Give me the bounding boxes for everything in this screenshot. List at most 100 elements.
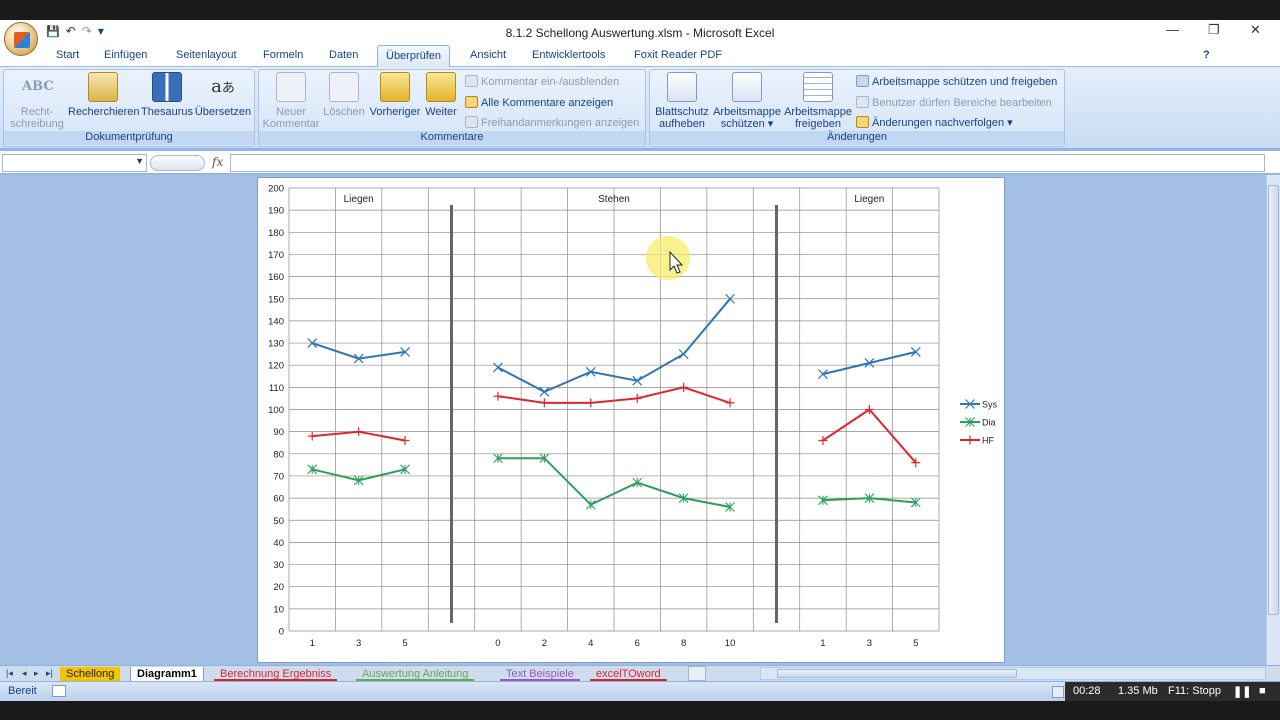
legend-label: Sys xyxy=(982,400,998,410)
y-tick-label: 30 xyxy=(273,560,284,571)
tab-daten[interactable]: Daten xyxy=(329,49,358,61)
new-comment-button[interactable]: Neuer Kommentar xyxy=(261,72,321,130)
next-comment-button[interactable]: Weiter xyxy=(423,72,459,118)
help-icon[interactable]: ? xyxy=(1203,49,1210,61)
close-button[interactable]: ✕ xyxy=(1250,22,1261,38)
y-tick-label: 120 xyxy=(268,361,284,372)
tab-einfuegen[interactable]: Einfügen xyxy=(104,49,147,61)
translate-button[interactable]: aあ Übersetzen xyxy=(194,72,252,118)
vertical-scrollbar[interactable] xyxy=(1266,175,1280,665)
name-box-dropdown-icon[interactable]: ▼ xyxy=(135,156,144,166)
protect-workbook-button[interactable]: Arbeitsmappe schützen ▾ xyxy=(712,72,782,130)
tab-start[interactable]: Start xyxy=(56,49,79,61)
sheet-tab-berechnung[interactable]: Berechnung Ergebniss xyxy=(214,667,338,682)
tab-formeln[interactable]: Formeln xyxy=(263,49,303,61)
formula-bar-splitter[interactable] xyxy=(150,155,205,171)
minimize-button[interactable]: — xyxy=(1166,22,1179,37)
spelling-button[interactable]: ABC Recht- schreibung xyxy=(6,72,68,130)
y-tick-label: 40 xyxy=(273,538,284,549)
toggle-comment-button[interactable]: Kommentar ein-/ausblenden xyxy=(465,75,619,88)
share-workbook-label: Arbeitsmappe freigeben xyxy=(784,106,852,130)
office-logo-icon xyxy=(14,32,30,48)
series-line-hf xyxy=(822,408,917,464)
delete-comment-button[interactable]: Löschen xyxy=(321,72,367,118)
track-changes-label: Änderungen nachverfolgen ▾ xyxy=(872,117,1013,129)
x-tick-label: 3 xyxy=(867,638,872,649)
title-bar: 8.1.2 Schellong Auswertung.xlsm - Micros… xyxy=(0,20,1280,45)
formula-input[interactable] xyxy=(230,154,1265,172)
macro-record-icon[interactable] xyxy=(52,685,66,697)
share-workbook-button[interactable]: Arbeitsmappe freigeben xyxy=(784,72,852,130)
thesaurus-book-icon xyxy=(152,72,182,102)
name-box[interactable]: ▼ xyxy=(2,154,147,172)
research-book-icon xyxy=(88,72,118,102)
tab-seitenlayout[interactable]: Seitenlayout xyxy=(176,49,237,61)
research-label: Recherchieren xyxy=(68,106,140,118)
panel-label: Liegen xyxy=(854,194,884,205)
y-tick-label: 70 xyxy=(273,471,284,482)
sheet-tab-text-beispiele[interactable]: Text Beispiele xyxy=(500,667,580,682)
tab-ueberpruefen[interactable]: Überprüfen xyxy=(377,45,451,68)
horizontal-scrollbar[interactable] xyxy=(760,667,1266,680)
thesaurus-button[interactable]: Thesaurus xyxy=(140,72,194,118)
x-tick-label: 5 xyxy=(913,638,918,649)
sheet-tab-diagramm1[interactable]: Diagramm1 xyxy=(130,667,204,682)
customize-qat-icon[interactable]: ▾ xyxy=(98,24,104,38)
cursor-highlight xyxy=(646,236,690,280)
y-tick-label: 50 xyxy=(273,516,284,527)
series-hf xyxy=(307,427,410,446)
tab-foxit[interactable]: Foxit Reader PDF xyxy=(634,49,722,61)
legend-label: HF xyxy=(982,436,994,446)
y-tick-label: 200 xyxy=(268,184,284,195)
unprotect-sheet-label: Blattschutz aufheben xyxy=(655,106,709,130)
office-button[interactable] xyxy=(4,22,38,56)
quick-access-toolbar: 💾 ↶ ↷ ▾ xyxy=(46,24,104,38)
next-comment-icon xyxy=(426,72,456,102)
status-bar: Bereit 00:28 1.35 Mb F11: Stopp ❚❚ ■ xyxy=(0,681,1280,702)
insert-sheet-icon[interactable] xyxy=(688,666,706,681)
show-ink-button[interactable]: Freihandanmerkungen anzeigen xyxy=(465,116,639,129)
track-changes-button[interactable]: Änderungen nachverfolgen ▾ xyxy=(856,116,1013,129)
hscroll-thumb[interactable] xyxy=(777,669,1017,678)
sheet-tab-exceltoword[interactable]: excelTOword xyxy=(590,667,667,682)
previous-comment-button[interactable]: Vorheriger xyxy=(367,72,423,118)
group-kommentare: Neuer Kommentar Löschen Vorheriger Weite… xyxy=(258,69,646,147)
research-button[interactable]: Recherchieren xyxy=(68,72,140,118)
page-view-icon[interactable] xyxy=(1052,686,1064,698)
sheet-nav-next-icon[interactable]: ▸ xyxy=(34,668,39,679)
scroll-thumb[interactable] xyxy=(1268,185,1279,615)
insert-function-icon[interactable]: fx xyxy=(212,155,223,169)
sheet-tab-auswertung[interactable]: Auswertung Anleitung xyxy=(356,667,475,682)
panel-label: Liegen xyxy=(344,194,374,205)
redo-icon[interactable]: ↷ xyxy=(82,24,92,38)
toggle-comment-label: Kommentar ein-/ausblenden xyxy=(481,76,620,88)
y-tick-label: 100 xyxy=(268,405,284,416)
sheet-nav-last-icon[interactable]: ▸| xyxy=(46,668,53,679)
sheet-tab-schellong[interactable]: Schellong xyxy=(60,667,121,682)
allow-edit-ranges-button[interactable]: Benutzer dürfen Bereiche bearbeiten xyxy=(856,96,1052,109)
x-tick-label: 2 xyxy=(542,638,547,649)
y-tick-label: 20 xyxy=(273,582,284,593)
pause-icon[interactable]: ❚❚ xyxy=(1233,685,1251,698)
show-ink-label: Freihandanmerkungen anzeigen xyxy=(481,117,640,129)
recorder-panel: 00:28 1.35 Mb F11: Stopp ❚❚ ■ xyxy=(1065,682,1280,702)
protect-share-button[interactable]: Arbeitsmappe schützen und freigeben xyxy=(856,75,1057,88)
x-tick-label: 0 xyxy=(495,638,500,649)
undo-icon[interactable]: ↶ xyxy=(66,24,76,38)
top-black-bar xyxy=(0,0,1280,20)
recorder-size: 1.35 Mb xyxy=(1118,685,1158,697)
chart-sheet[interactable]: 0 10 20 30 40 50 60 70 80 90 100 110 120 130 140 150 160… xyxy=(257,177,1005,663)
y-tick-label: 60 xyxy=(273,494,284,505)
save-icon[interactable]: 💾 xyxy=(46,25,60,38)
tab-entwicklertools[interactable]: Entwicklertools xyxy=(532,49,605,61)
y-tick-label: 190 xyxy=(268,206,284,217)
sheet-nav-first-icon[interactable]: |◂ xyxy=(6,668,13,679)
x-tick-label: 5 xyxy=(402,638,407,649)
sheet-nav-prev-icon[interactable]: ◂ xyxy=(22,668,27,679)
restore-button[interactable]: ❐ xyxy=(1208,22,1220,38)
allow-edit-icon xyxy=(856,96,869,108)
tab-ansicht[interactable]: Ansicht xyxy=(470,49,506,61)
unprotect-sheet-button[interactable]: Blattschutz aufheben xyxy=(652,72,712,130)
stop-icon[interactable]: ■ xyxy=(1259,685,1266,697)
show-all-comments-button[interactable]: Alle Kommentare anzeigen xyxy=(465,96,613,109)
